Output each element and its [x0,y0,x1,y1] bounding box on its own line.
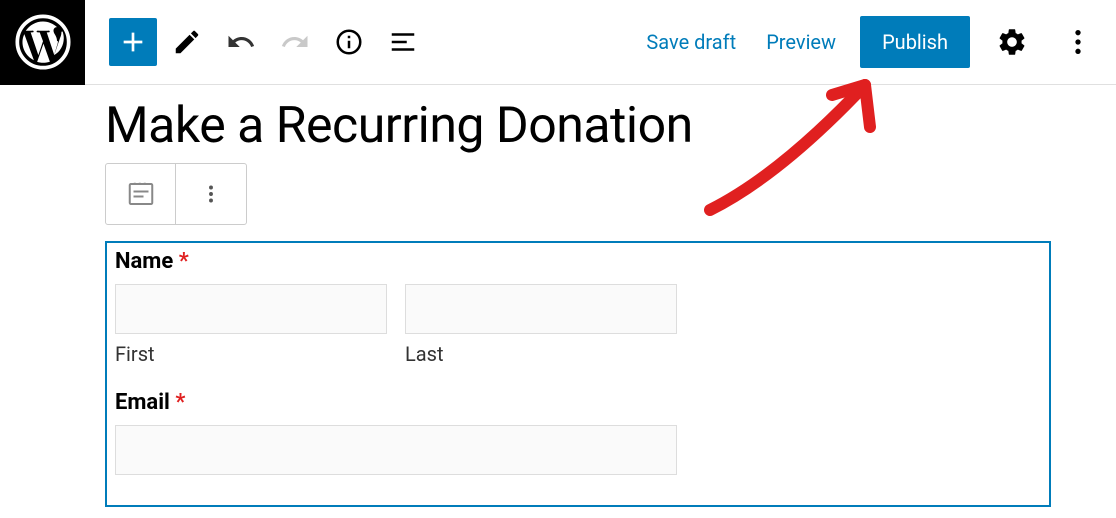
plus-icon [117,26,149,58]
more-options-button[interactable] [1054,18,1102,66]
outline-button[interactable] [379,18,427,66]
redo-button[interactable] [271,18,319,66]
undo-button[interactable] [217,18,265,66]
preview-button[interactable]: Preview [760,20,842,64]
list-view-icon [388,27,418,57]
info-icon [334,27,364,57]
block-type-button[interactable] [106,164,176,224]
editor-topbar: Save draft Preview Publish [0,0,1116,85]
wordpress-icon [15,14,71,70]
undo-icon [226,27,256,57]
block-more-button[interactable] [176,164,246,224]
vertical-dots-icon [1062,26,1094,58]
form-block-icon [126,179,156,209]
toolbar-left [109,18,427,66]
email-label-text: Email [115,390,170,415]
email-input[interactable] [115,425,677,475]
first-sublabel: First [115,342,387,366]
publish-button[interactable]: Publish [860,16,970,68]
pencil-icon [172,27,202,57]
page-title[interactable]: Make a Recurring Donation [105,97,1116,155]
block-toolbar [105,163,247,225]
vertical-dots-icon [198,181,224,207]
name-label-text: Name [115,249,173,274]
required-marker: * [175,390,185,415]
last-name-input[interactable] [405,284,677,334]
settings-button[interactable] [988,18,1036,66]
last-sublabel: Last [405,342,677,366]
add-block-button[interactable] [109,18,157,66]
info-button[interactable] [325,18,373,66]
save-draft-button[interactable]: Save draft [640,20,742,64]
form-block[interactable]: Name * First Last Email * [105,241,1051,507]
redo-icon [280,27,310,57]
email-field-label: Email * [115,390,1041,415]
name-row: First Last [115,284,1041,366]
gear-icon [996,26,1028,58]
wordpress-logo[interactable] [0,0,85,85]
required-marker: * [179,249,189,274]
toolbar-right: Save draft Preview Publish [640,16,1102,68]
name-field-label: Name * [115,249,1041,274]
edit-mode-button[interactable] [163,18,211,66]
first-name-input[interactable] [115,284,387,334]
editor-body: Make a Recurring Donation Name * First L… [0,97,1116,507]
